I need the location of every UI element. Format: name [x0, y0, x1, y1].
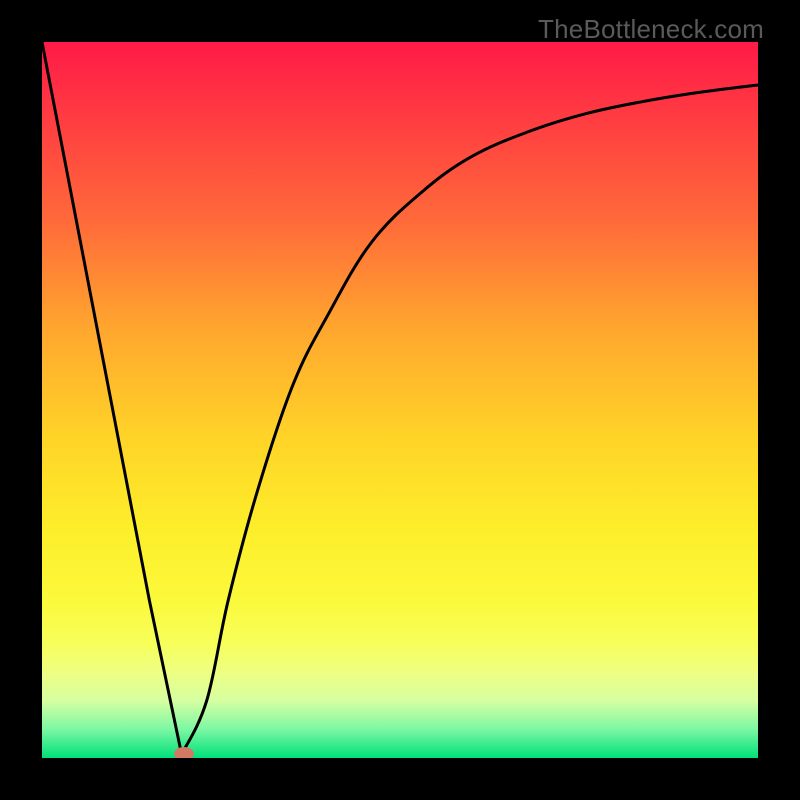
- optimal-point-marker: [174, 747, 194, 758]
- attribution-text: TheBottleneck.com: [538, 14, 764, 45]
- chart-frame: TheBottleneck.com: [0, 0, 800, 800]
- bottleneck-curve: [42, 42, 758, 754]
- plot-area: [42, 42, 758, 758]
- curve-layer: [42, 42, 758, 758]
